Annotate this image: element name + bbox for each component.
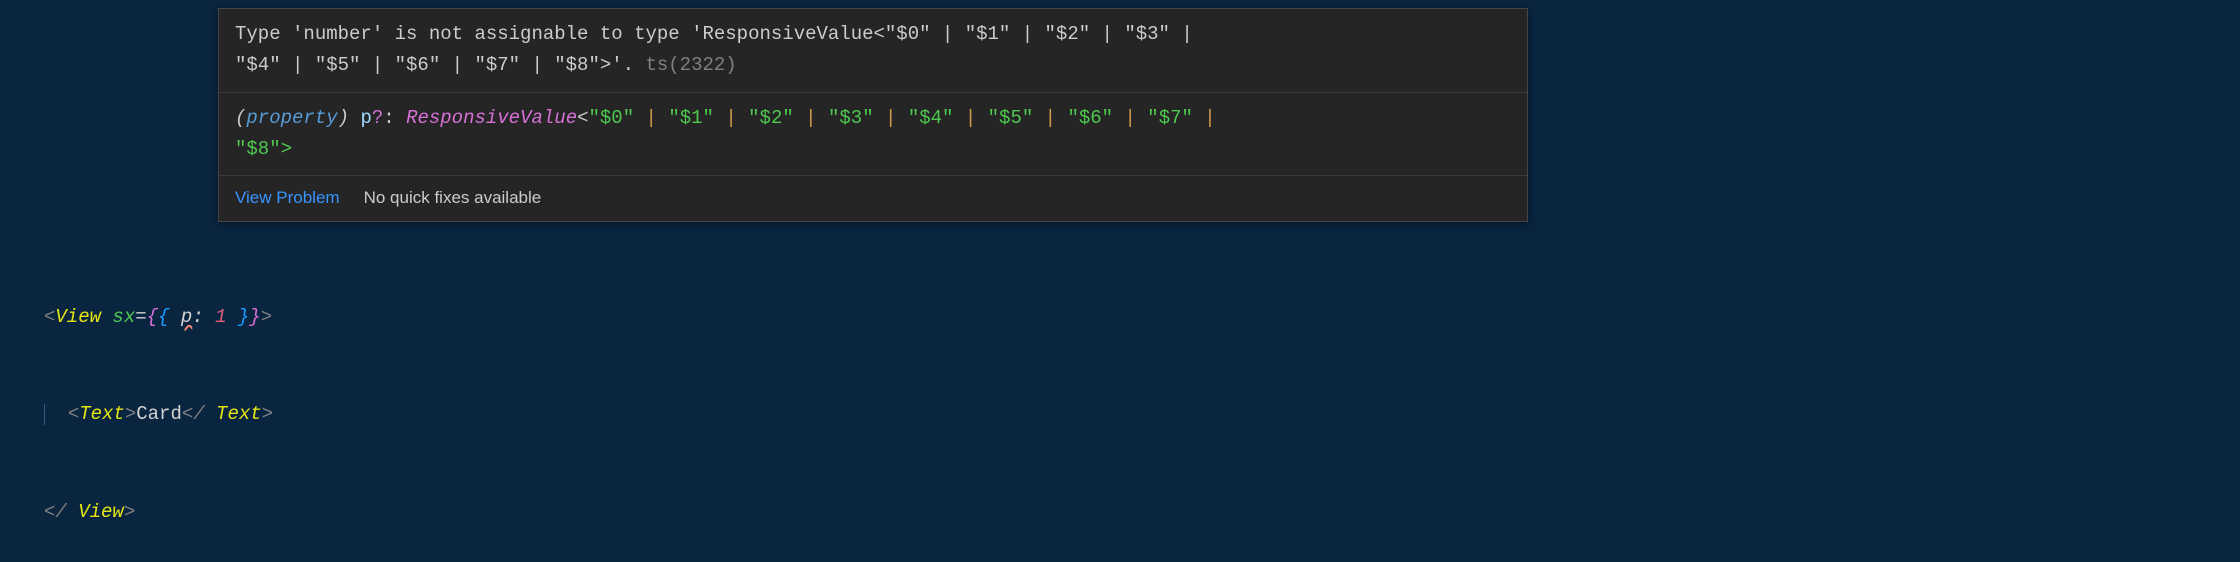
sig-val-5: "$5" [988, 107, 1034, 129]
sig-keyword: property [246, 107, 337, 129]
sig-pipe: | [1033, 107, 1067, 129]
jsx-tag-text: Text [79, 403, 125, 425]
prop-p-error[interactable]: p [181, 306, 192, 328]
sig-val-6: "$6" [1067, 107, 1113, 129]
code-editor[interactable]: <View sx={{ p: 1 }}> <Text>Card</ Text> … [44, 236, 273, 562]
num-literal: 1 [215, 306, 226, 328]
sig-angle-close: > [281, 138, 292, 160]
sig-pipe: | [714, 107, 748, 129]
jsx-close-view: View [67, 501, 124, 523]
sig-colon: : [383, 107, 406, 129]
sig-prop-name: p [360, 107, 371, 129]
sig-val-1: "$1" [668, 107, 714, 129]
code-line-3[interactable]: </ View> [44, 496, 273, 529]
sig-val-4: "$4" [908, 107, 954, 129]
text-content: Card [136, 403, 182, 425]
jsx-tag-view: View [55, 306, 101, 328]
jsx-open-angle: < [44, 306, 55, 328]
error-text-line1: Type 'number' is not assignable to type … [235, 23, 1193, 45]
sig-type-name: ResponsiveValue [406, 107, 577, 129]
sig-optional: ? [372, 107, 383, 129]
sig-val-2: "$2" [748, 107, 794, 129]
code-line-1[interactable]: <View sx={{ p: 1 }}> [44, 301, 273, 334]
sig-val-7: "$7" [1147, 107, 1193, 129]
sig-pipe: | [1113, 107, 1147, 129]
sig-open-paren: ( [235, 107, 246, 129]
type-signature: (property) p?: ResponsiveValue<"$0" | "$… [219, 93, 1527, 177]
code-line-2[interactable]: <Text>Card</ Text> [44, 398, 273, 431]
tooltip-actions: View Problem No quick fixes available [219, 176, 1527, 221]
sig-val-8: "$8" [235, 138, 281, 160]
sig-close-paren: ) [338, 107, 361, 129]
error-text-line2: "$4" | "$5" | "$6" | "$7" | "$8">'. [235, 54, 634, 76]
error-message: Type 'number' is not assignable to type … [219, 9, 1527, 93]
sig-pipe: | [874, 107, 908, 129]
jsx-attr-sx: sx [112, 306, 135, 328]
sig-pipe: | [1193, 107, 1216, 129]
sig-val-3: "$3" [828, 107, 874, 129]
sig-pipe: | [953, 107, 987, 129]
sig-pipe: | [634, 107, 668, 129]
no-quick-fixes-text: No quick fixes available [364, 188, 542, 207]
view-problem-link[interactable]: View Problem [235, 188, 340, 207]
error-ts-code: ts(2322) [634, 54, 737, 76]
hover-tooltip: Type 'number' is not assignable to type … [218, 8, 1528, 222]
sig-val-0: "$0" [589, 107, 635, 129]
sig-pipe: | [794, 107, 828, 129]
sig-angle-open: < [577, 107, 588, 129]
